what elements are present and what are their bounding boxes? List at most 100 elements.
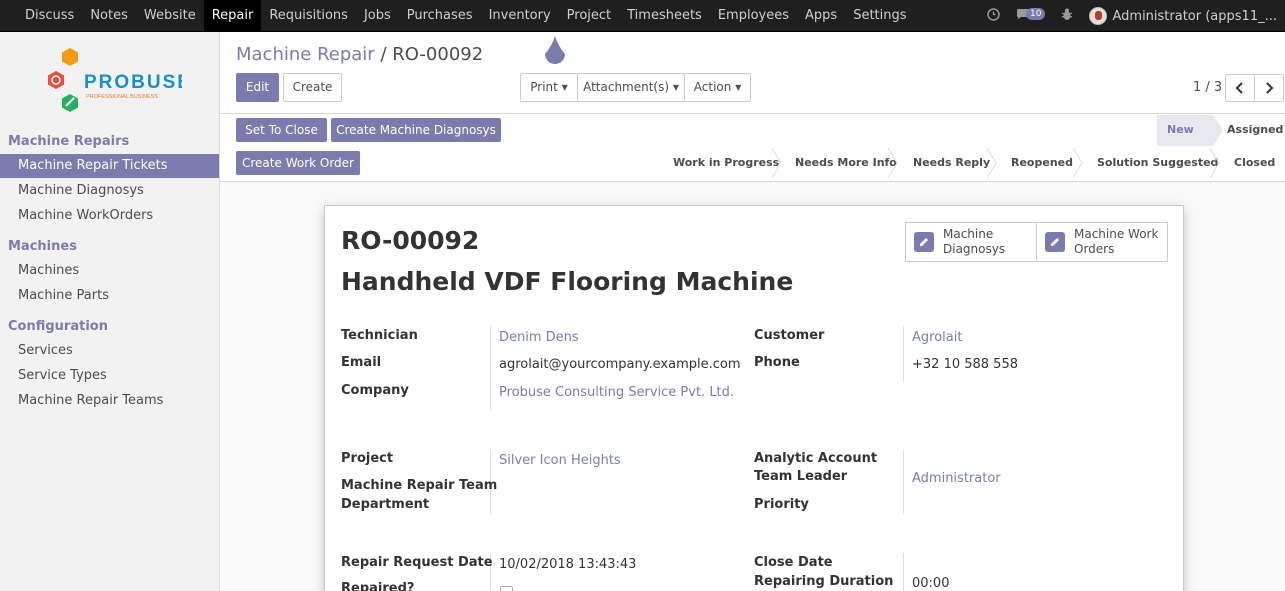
repaired-label: Repaired? [341,581,415,591]
top-navbar: Discuss Notes Website Repair Requisition… [0,0,1285,32]
menu-inventory[interactable]: Inventory [481,0,559,32]
navbar-systray: 10 Administrator (apps11_... [971,0,1277,32]
sidebar-item-machines[interactable]: Machines [0,259,219,283]
sidebar-item-machine-diagnosys[interactable]: Machine Diagnosys [0,179,219,203]
field-separator [903,450,904,514]
smart-label-line2: Orders [1074,242,1115,256]
action-dropdown[interactable]: Action ▾ [684,73,751,102]
sidebar-item-machine-repair-tickets[interactable]: Machine Repair Tickets [0,154,219,178]
breadcrumb-parent[interactable]: Machine Repair [236,44,375,65]
phone-field[interactable]: +32 10 588 558 [912,357,1018,372]
sidebar-item-service-types[interactable]: Service Types [0,364,219,388]
company-field[interactable]: Probuse Consulting Service Pvt. Ltd. [499,385,734,400]
attachments-label: Attachment(s) [583,80,670,94]
field-separator [903,326,904,382]
stage-closed[interactable]: Closed [1234,148,1275,178]
pencil-icon [914,232,934,252]
svg-text:PROBUSE: PROBUSE [84,72,182,93]
menu-apps[interactable]: Apps [797,0,845,32]
print-dropdown[interactable]: Print ▾ [520,73,578,102]
pencil-icon [1045,232,1065,252]
menu-requisitions[interactable]: Requisitions [261,0,356,32]
menu-jobs[interactable]: Jobs [356,0,399,32]
attachments-dropdown[interactable]: Attachment(s) ▾ [577,73,685,102]
sidebar-item-services[interactable]: Services [0,339,219,363]
stage-needs-reply[interactable]: Needs Reply [913,148,990,178]
stage-assigned[interactable]: Assigned [1227,115,1283,145]
sidebar-item-machine-repair-teams[interactable]: Machine Repair Teams [0,389,219,413]
smart-button-label: Machine Work Orders [1074,227,1158,257]
smart-label-line1: Machine Work [1074,227,1159,241]
technician-field[interactable]: Denim Dens [499,330,579,345]
stage-reopened[interactable]: Reopened [1011,148,1073,178]
menu-employees[interactable]: Employees [710,0,797,32]
create-work-order-button[interactable]: Create Work Order [236,151,360,175]
stage-arrow [1210,148,1220,178]
close-date-label: Close Date [754,555,833,570]
email-label: Email [341,355,382,370]
section-machine-repairs: Machine Repairs [8,134,130,149]
clock-icon[interactable] [987,7,1000,25]
create-button[interactable]: Create [283,73,342,102]
section-configuration: Configuration [8,319,108,334]
project-label: Project [341,451,394,466]
record-reference: RO-00092 [341,226,480,255]
edit-button[interactable]: Edit [236,73,279,102]
menu-repair[interactable]: Repair [203,0,262,32]
menu-timesheets[interactable]: Timesheets [619,0,710,32]
pager-value[interactable]: 1 / 3 [1193,80,1222,95]
pager-next-button[interactable] [1254,74,1284,102]
field-separator [903,553,904,591]
email-field[interactable]: agrolait@yourcompany.example.com [499,357,741,372]
bug-icon[interactable] [1061,8,1073,25]
team-leader-field[interactable]: Administrator [912,471,1001,486]
priority-label: Priority [754,497,809,512]
print-label: Print [530,80,558,94]
repaired-checkbox[interactable] [500,586,513,591]
field-separator [490,326,491,410]
stage-work-in-progress[interactable]: Work in Progress [673,148,779,178]
repair-request-date-label: Repair Request Date [341,555,493,570]
sidebar-item-machine-workorders[interactable]: Machine WorkOrders [0,204,219,228]
repairing-duration-field[interactable]: 00:00 [912,576,949,591]
company-logo: PROBUSE PROFESSIONAL BUSINESS [42,46,190,120]
create-machine-diagnosys-button[interactable]: Create Machine Diagnosys [331,118,501,142]
team-leader-label: Team Leader [754,469,848,484]
repairing-duration-label: Repairing Duration [754,574,894,589]
phone-label: Phone [754,355,800,370]
message-count-badge: 10 [1026,8,1046,20]
stage-arrow [987,148,997,178]
loading-indicator [540,34,570,70]
repair-team-label: Machine Repair Team [341,478,498,493]
customer-field[interactable]: Agrolait [912,330,962,345]
stage-arrow [888,148,898,178]
form-sheet [324,205,1184,591]
machine-diagnosys-smart-button[interactable]: Machine Diagnosys [905,222,1037,262]
sidebar-item-machine-parts[interactable]: Machine Parts [0,284,219,308]
stage-needs-more-info[interactable]: Needs More Info [795,148,897,178]
menu-discuss[interactable]: Discuss [17,0,82,32]
chevron-right-icon [1266,82,1274,94]
stage-arrow [1073,148,1083,178]
machine-work-orders-smart-button[interactable]: Machine Work Orders [1036,222,1168,262]
smart-button-label: Machine Diagnosys [943,227,1005,257]
repair-request-date-field[interactable]: 10/02/2018 13:43:43 [499,557,636,572]
chevron-left-icon [1235,82,1243,94]
set-to-close-button[interactable]: Set To Close [236,118,327,142]
menu-website[interactable]: Website [136,0,204,32]
stage-new[interactable]: New [1157,115,1213,146]
user-avatar[interactable] [1089,7,1108,25]
svg-text:PROFESSIONAL BUSINESS: PROFESSIONAL BUSINESS [86,94,158,100]
pager-previous-button[interactable] [1225,74,1255,102]
menu-settings[interactable]: Settings [845,0,914,32]
menu-project[interactable]: Project [559,0,619,32]
record-title: Handheld VDF Flooring Machine [341,267,794,296]
stage-solution-suggested[interactable]: Solution Suggested [1097,148,1218,178]
section-machines: Machines [8,239,77,254]
menu-notes[interactable]: Notes [82,0,136,32]
menu-purchases[interactable]: Purchases [399,0,481,32]
user-menu[interactable]: Administrator (apps11_... [1112,9,1277,24]
breadcrumb-current: RO-00092 [392,44,484,65]
project-field[interactable]: Silver Icon Heights [499,453,621,468]
app-menu: Discuss Notes Website Repair Requisition… [17,0,915,32]
